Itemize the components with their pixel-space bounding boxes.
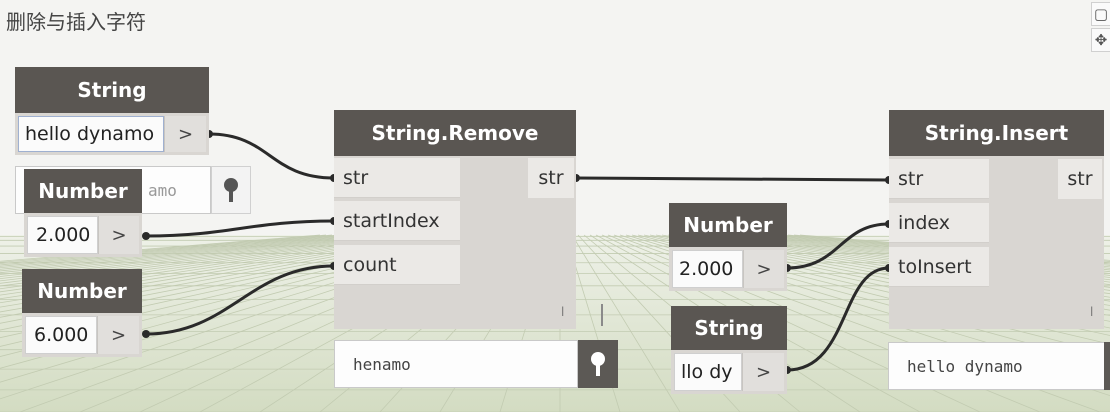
graph-canvas[interactable]: 删除与插入字符 ▢ ✥ String hello dynamo > amo Nu… <box>0 0 1110 412</box>
string-value-field[interactable]: hello dynamo <box>18 116 164 152</box>
node-header[interactable]: String <box>15 67 209 113</box>
expand-arrow-button[interactable]: > <box>742 353 784 391</box>
watch-output: hello dynamo <box>888 342 1106 390</box>
output-port-str[interactable]: str <box>1058 159 1102 199</box>
input-port-toinsert[interactable]: toInsert <box>889 247 989 287</box>
pin-icon <box>591 352 605 376</box>
pin-icon <box>224 178 238 202</box>
page-title: 删除与插入字符 <box>6 10 146 34</box>
watch-output: henamo <box>334 340 578 388</box>
expand-arrow-button[interactable]: > <box>97 316 139 354</box>
node-header[interactable]: Number <box>669 203 787 247</box>
number-value-field[interactable]: 2.000 <box>672 250 743 288</box>
input-port-index[interactable]: index <box>889 203 989 243</box>
resize-handle[interactable]: l <box>561 305 564 319</box>
expand-icon[interactable]: ▢ <box>1091 2 1110 26</box>
output-port-str[interactable]: str <box>528 158 574 198</box>
input-port-count[interactable]: count <box>334 245 460 285</box>
expand-arrow-button[interactable]: > <box>743 250 784 288</box>
input-port-str[interactable]: str <box>889 159 989 199</box>
node-header[interactable]: String.Remove <box>334 110 576 156</box>
expand-arrow-button[interactable]: > <box>98 216 139 254</box>
pin-button[interactable] <box>1104 342 1110 390</box>
string-value-field[interactable]: llo dy <box>674 353 742 391</box>
input-port-str[interactable]: str <box>334 158 460 198</box>
expand-arrow-button[interactable]: > <box>164 116 206 152</box>
node-header[interactable]: Number <box>24 169 142 213</box>
number-value-field[interactable]: 2.000 <box>27 216 98 254</box>
number-value-field[interactable]: 6.000 <box>25 316 97 354</box>
pin-button[interactable] <box>211 166 251 214</box>
resize-handle[interactable]: l <box>1090 305 1093 319</box>
node-header[interactable]: String <box>671 306 787 350</box>
text-cursor <box>601 304 603 326</box>
input-port-startindex[interactable]: startIndex <box>334 201 460 241</box>
pin-button[interactable] <box>578 340 618 388</box>
move-icon[interactable]: ✥ <box>1091 28 1110 52</box>
node-header[interactable]: Number <box>22 269 142 313</box>
node-header[interactable]: String.Insert <box>889 110 1104 156</box>
